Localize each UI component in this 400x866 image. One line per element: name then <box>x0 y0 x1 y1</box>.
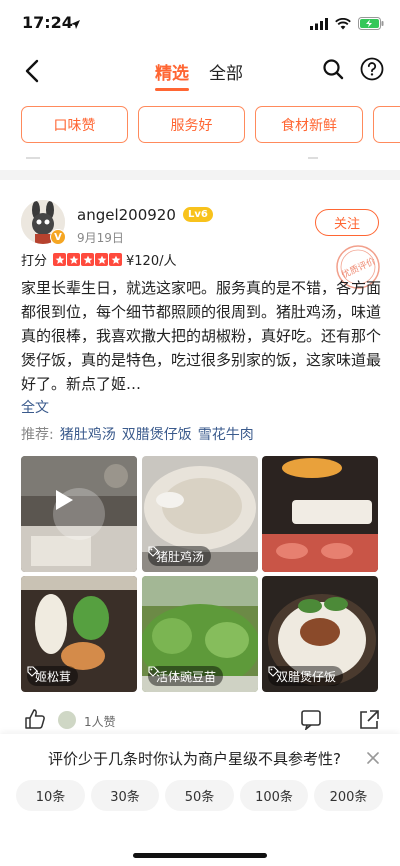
status-icons <box>310 15 384 34</box>
like-count: 1人赞 <box>84 715 116 729</box>
tab-all[interactable]: 全部 <box>209 59 243 84</box>
filter-chips: 口味赞 服务好 食材新鲜 <box>0 106 400 146</box>
active-tab-indicator <box>155 88 189 91</box>
recommend-label: 推荐: <box>21 427 54 443</box>
follow-button[interactable]: 关注 <box>315 209 379 236</box>
filter-chip-service[interactable]: 服务好 <box>138 106 245 143</box>
review-actions: 1人赞 <box>0 706 400 734</box>
location-arrow-icon <box>70 15 81 34</box>
nav-bar: 精选 全部 <box>0 46 400 96</box>
home-indicator <box>133 853 267 858</box>
survey-option[interactable]: 30条 <box>91 780 159 811</box>
vip-badge: V <box>50 229 66 245</box>
rating-label: 打分 <box>21 254 48 269</box>
star-icon <box>95 253 109 266</box>
share-icon[interactable] <box>358 708 380 734</box>
tab-featured[interactable]: 精选 <box>155 59 189 84</box>
survey-option[interactable]: 200条 <box>314 780 383 811</box>
photo-tag: 猪肚鸡汤 <box>148 546 212 566</box>
review-photo[interactable]: 姬松茸 <box>21 576 137 692</box>
help-icon[interactable] <box>360 57 384 85</box>
close-icon[interactable] <box>365 750 381 770</box>
star-icon <box>81 253 95 266</box>
review-photo[interactable]: 双腊煲仔饭 <box>262 576 378 692</box>
survey-option[interactable]: 50条 <box>165 780 234 811</box>
status-time: 17:24 <box>22 13 73 32</box>
photo-tag-text: 姬松茸 <box>35 669 72 684</box>
review-photo[interactable]: 活体豌豆苗 <box>142 576 258 692</box>
star-icon <box>67 253 81 266</box>
star-icon <box>109 253 123 266</box>
section-divider <box>0 170 400 180</box>
photo-tag: 活体豌豆苗 <box>148 666 224 686</box>
level-badge: Lv6 <box>183 207 213 222</box>
username[interactable]: angel200920 <box>77 206 176 224</box>
search-icon[interactable] <box>322 58 344 84</box>
battery-charging-icon <box>358 15 384 34</box>
back-arrow-icon[interactable] <box>18 56 48 86</box>
review-photo[interactable]: 猪肚鸡汤 <box>142 456 258 572</box>
review-photo[interactable] <box>262 456 378 572</box>
photo-tag: 双腊煲仔饭 <box>268 666 344 686</box>
photo-tag-text: 猪肚鸡汤 <box>156 549 205 564</box>
filter-chip-more[interactable] <box>373 106 400 143</box>
survey-question: 评价少于几条时你认为商户星级不具参考性? <box>48 750 341 768</box>
status-bar: 17:24 <box>0 0 400 46</box>
read-more-link[interactable]: 全文 <box>21 397 49 417</box>
thumbs-up-icon[interactable] <box>24 708 46 734</box>
price-per-person: ¥120/人 <box>126 254 177 269</box>
filter-chip-fresh[interactable]: 食材新鲜 <box>255 106 363 143</box>
review-text[interactable]: 家里长辈生日，就选这家吧。服务真的是不错，各方面都很到位，每个细节都照顾的很周到… <box>21 276 381 396</box>
recommend-dish[interactable]: 双腊煲仔饭 <box>122 424 192 444</box>
photo-tag-text: 活体豌豆苗 <box>156 669 217 684</box>
recommend-dish[interactable]: 猪肚鸡汤 <box>60 424 116 444</box>
recommend-dish[interactable]: 雪花牛肉 <box>198 424 254 444</box>
star-icon <box>53 253 67 266</box>
review-date: 9月19日 <box>77 231 124 245</box>
review-body: 家里长辈生日，就选这家吧。服务真的是不错，各方面都很到位，每个细节都照顾的很周到… <box>21 279 381 393</box>
star-rating <box>53 253 123 266</box>
wifi-icon <box>335 15 351 34</box>
liker-avatar[interactable] <box>58 711 76 729</box>
signal-icon <box>310 15 328 34</box>
photo-tag-text: 双腊煲仔饭 <box>276 669 337 684</box>
recommended-dishes: 推荐: 猪肚鸡汤 双腊煲仔饭 雪花牛肉 <box>21 424 254 444</box>
rating-row: 打分 ¥120/人 <box>21 250 176 269</box>
comment-icon[interactable] <box>300 708 322 734</box>
play-icon[interactable] <box>53 488 105 540</box>
filter-chip-taste[interactable]: 口味赞 <box>21 106 128 143</box>
scroll-hint <box>308 157 318 159</box>
survey-panel: 评价少于几条时你认为商户星级不具参考性? 10条 30条 50条 100条 20… <box>0 734 400 866</box>
scroll-hint <box>26 157 40 159</box>
survey-option[interactable]: 100条 <box>240 780 308 811</box>
photo-tag: 姬松茸 <box>27 666 79 686</box>
survey-option[interactable]: 10条 <box>16 780 85 811</box>
review-video-thumbnail[interactable] <box>21 456 137 572</box>
